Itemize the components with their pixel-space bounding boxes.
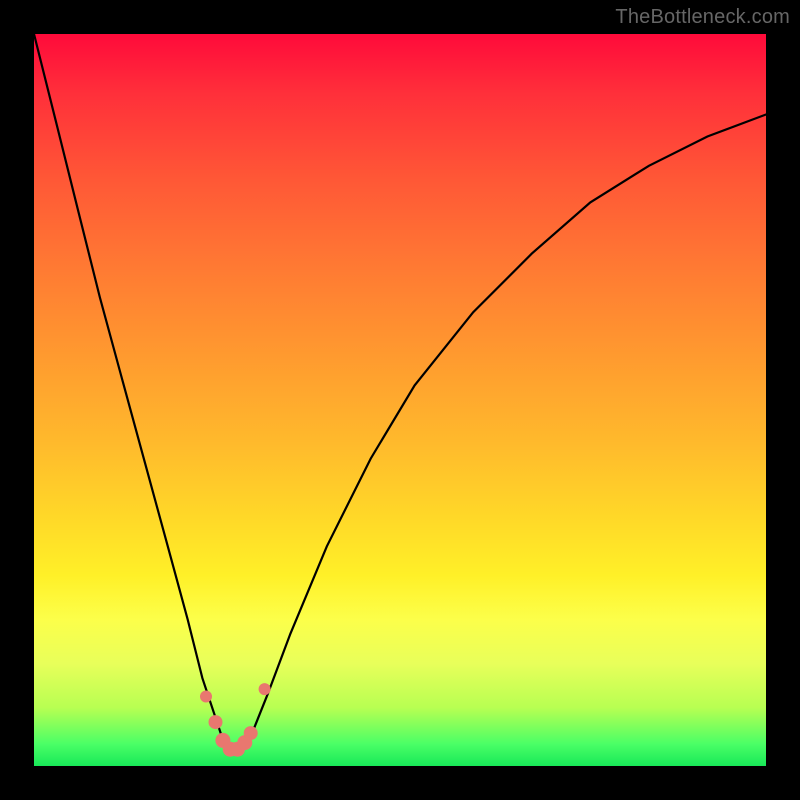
chart-frame: TheBottleneck.com	[0, 0, 800, 800]
marker-dot	[200, 691, 212, 703]
plot-area	[34, 34, 766, 766]
marker-dot	[259, 683, 271, 695]
marker-dot	[209, 715, 223, 729]
bottleneck-curve	[34, 34, 766, 751]
bottom-cluster-markers	[200, 683, 271, 757]
marker-dot	[244, 726, 258, 740]
chart-svg	[34, 34, 766, 766]
watermark-text: TheBottleneck.com	[615, 6, 790, 29]
